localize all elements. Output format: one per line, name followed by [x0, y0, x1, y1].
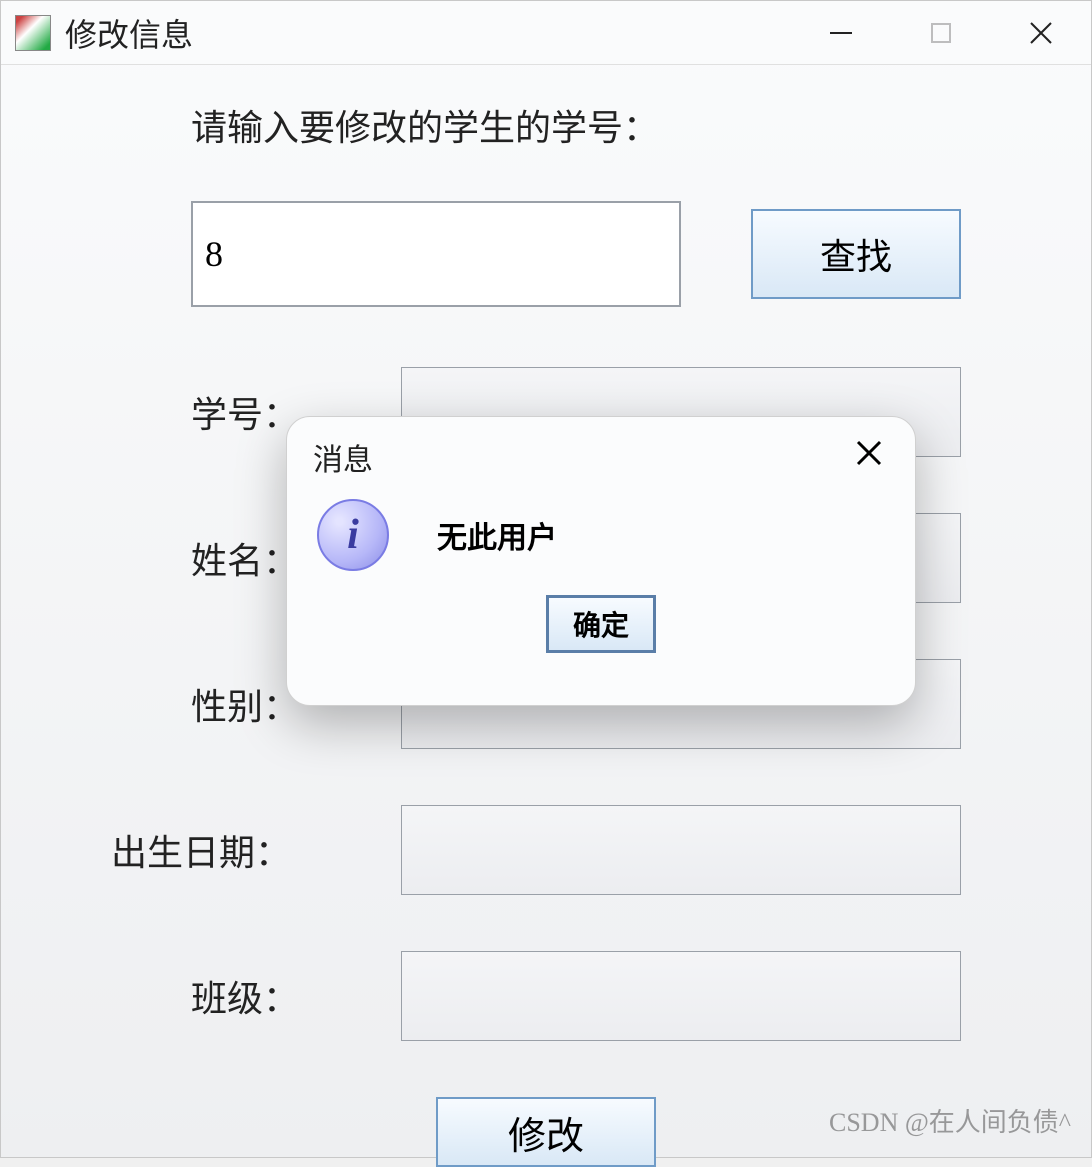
input-class[interactable]: [401, 951, 961, 1041]
watermark: CSDN @在人间负债^: [829, 1102, 1071, 1139]
search-button[interactable]: 查找: [751, 209, 961, 299]
prompt-text: 请输入要修改的学生的学号：: [191, 99, 1051, 151]
dialog-title: 消息: [313, 435, 373, 479]
maximize-button[interactable]: [891, 3, 991, 63]
info-icon: i: [317, 499, 389, 571]
row-class: 班级：: [41, 951, 1051, 1041]
dialog-message: 无此用户: [437, 513, 557, 557]
student-id-search-input[interactable]: [191, 201, 681, 307]
close-button[interactable]: [991, 3, 1091, 63]
dialog-footer: 确定: [287, 575, 915, 653]
label-birthdate: 出生日期：: [111, 824, 391, 876]
window-title: 修改信息: [65, 10, 193, 56]
main-window: 修改信息 请输入要修改的学生的学号： 查找 学号： 姓名：: [0, 0, 1092, 1158]
app-icon: [15, 15, 51, 51]
row-birthdate: 出生日期：: [41, 805, 1051, 895]
dialog-ok-button[interactable]: 确定: [546, 595, 656, 653]
search-row: 查找: [191, 201, 1051, 307]
dialog-header: 消息: [287, 417, 915, 487]
minimize-button[interactable]: [791, 3, 891, 63]
modify-button[interactable]: 修改: [436, 1097, 656, 1167]
message-dialog: 消息 i 无此用户 确定: [286, 416, 916, 706]
label-class: 班级：: [191, 970, 391, 1022]
input-birthdate[interactable]: [401, 805, 961, 895]
dialog-close-button[interactable]: [849, 438, 889, 477]
dialog-body: i 无此用户: [287, 487, 915, 575]
titlebar: 修改信息: [1, 1, 1091, 65]
